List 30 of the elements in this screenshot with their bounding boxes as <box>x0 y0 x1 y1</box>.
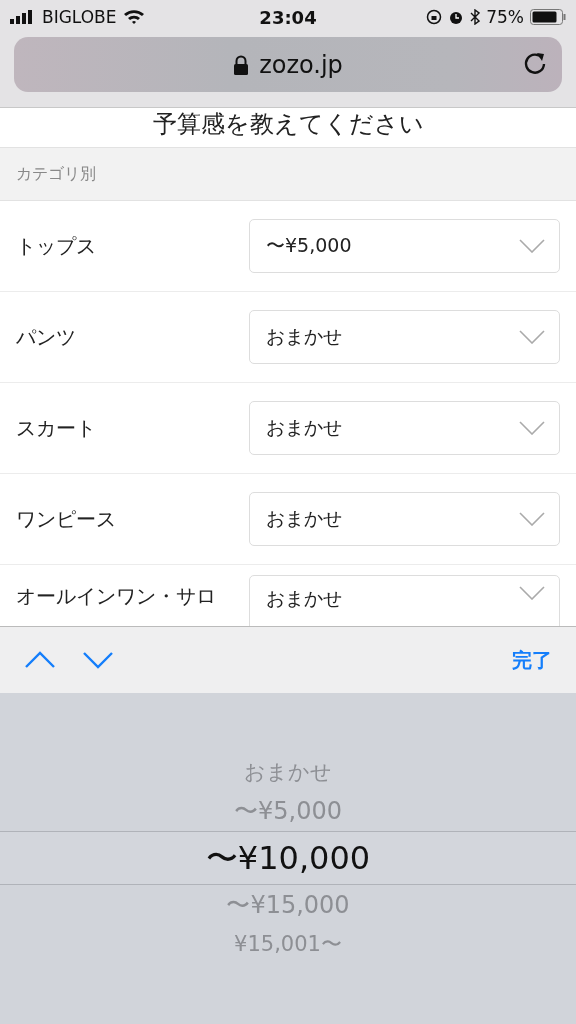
chevron-down-icon <box>519 512 545 526</box>
budget-select[interactable]: おまかせ <box>249 310 560 364</box>
category-label: パンツ <box>16 323 77 351</box>
category-label: トップス <box>16 232 97 260</box>
rotation-lock-icon <box>426 9 443 25</box>
chevron-down-icon <box>519 421 545 435</box>
chevron-down-icon[interactable] <box>82 651 114 669</box>
category-label: オールインワン・サロ <box>16 583 217 610</box>
wifi-icon <box>122 9 145 25</box>
budget-select[interactable]: おまかせ <box>249 401 560 455</box>
battery-icon <box>530 9 566 25</box>
category-label: スカート <box>16 414 97 442</box>
chevron-down-icon <box>519 239 545 253</box>
carrier-name: BIGLOBE <box>42 7 117 27</box>
budget-select[interactable]: 〜¥5,000 <box>249 219 560 273</box>
page-heading: 予算感を教えてください <box>152 109 424 140</box>
picker-option[interactable]: 〜¥10,000 <box>0 831 576 885</box>
address-bar[interactable]: zozo.jp <box>14 37 562 92</box>
lock-icon <box>233 54 250 75</box>
alarm-icon <box>448 9 465 25</box>
chevron-down-icon <box>519 586 545 600</box>
bluetooth-icon <box>470 9 481 25</box>
clock-time: 23:04 <box>259 6 317 28</box>
chevron-up-icon[interactable] <box>24 651 56 669</box>
chevron-down-icon <box>519 330 545 344</box>
battery-percent: 75% <box>486 7 524 27</box>
budget-select[interactable]: おまかせ <box>249 492 560 546</box>
category-label: ワンピース <box>16 505 117 533</box>
section-title: カテゴリ別 <box>16 163 96 185</box>
reload-icon[interactable] <box>522 51 548 77</box>
